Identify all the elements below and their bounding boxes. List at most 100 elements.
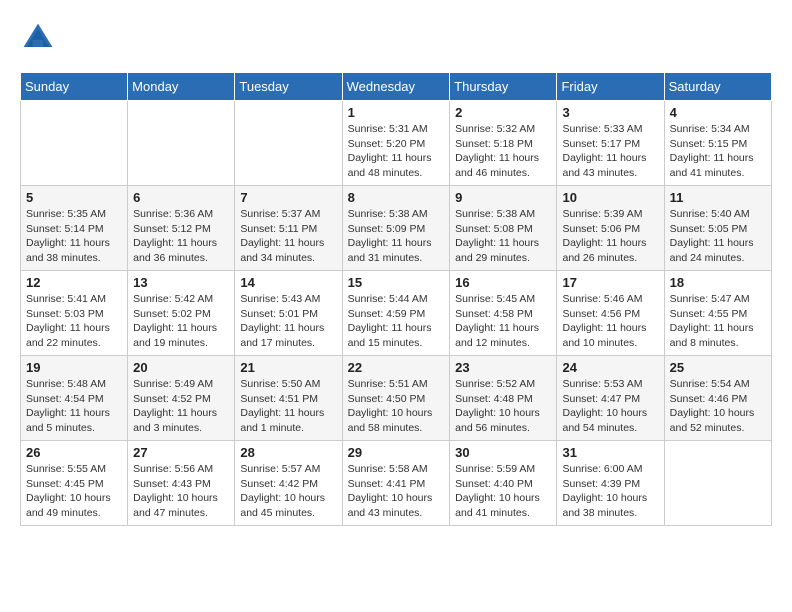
day-cell: 11 Sunrise: 5:40 AMSunset: 5:05 PMDayligh…: [664, 186, 771, 271]
day-cell: 12Sunrise: 5:41 AMSunset: 5:03 PMDayligh…: [21, 271, 128, 356]
page-header: [20, 20, 772, 56]
day-cell: 26Sunrise: 5:55 AMSunset: 4:45 PMDayligh…: [21, 441, 128, 526]
day-info: Sunrise: 5:40 AMSunset: 5:05 PMDaylight:…: [670, 207, 766, 266]
day-info: Sunrise: 5:54 AMSunset: 4:46 PMDaylight:…: [670, 377, 766, 436]
day-cell: [664, 441, 771, 526]
calendar-header: SundayMondayTuesdayWednesdayThursdayFrid…: [21, 73, 772, 101]
day-cell: 1Sunrise: 5:31 AMSunset: 5:20 PMDaylight…: [342, 101, 450, 186]
day-cell: 6 Sunrise: 5:36 AMSunset: 5:12 PMDaylight…: [128, 186, 235, 271]
day-number: 21: [240, 360, 336, 375]
day-info: Sunrise: 5:33 AMSunset: 5:17 PMDaylight:…: [562, 122, 658, 181]
day-info: Sunrise: 6:00 AMSunset: 4:39 PMDaylight:…: [562, 462, 658, 521]
day-cell: 13 Sunrise: 5:42 AMSunset: 5:02 PMDayligh…: [128, 271, 235, 356]
day-info: Sunrise: 5:43 AMSunset: 5:01 PMDaylight:…: [240, 292, 336, 351]
day-number: 2: [455, 105, 551, 120]
day-number: 11: [670, 190, 766, 205]
day-number: 4: [670, 105, 766, 120]
day-cell: 18 Sunrise: 5:47 AMSunset: 4:55 PMDayligh…: [664, 271, 771, 356]
logo-icon: [20, 20, 56, 56]
day-header: Monday: [128, 73, 235, 101]
day-info: Sunrise: 5:42 AMSunset: 5:02 PMDaylight:…: [133, 292, 229, 351]
day-cell: 5 Sunrise: 5:35 AMSunset: 5:14 PMDaylight…: [21, 186, 128, 271]
day-number: 16: [455, 275, 551, 290]
day-cell: 19 Sunrise: 5:48 AMSunset: 4:54 PMDayligh…: [21, 356, 128, 441]
day-number: 30: [455, 445, 551, 460]
day-cell: 17 Sunrise: 5:46 AMSunset: 4:56 PMDayligh…: [557, 271, 664, 356]
day-cell: 23Sunrise: 5:52 AMSunset: 4:48 PMDayligh…: [450, 356, 557, 441]
day-info: Sunrise: 5:35 AMSunset: 5:14 PMDaylight:…: [26, 207, 122, 266]
day-number: 17: [562, 275, 658, 290]
day-number: 28: [240, 445, 336, 460]
day-info: Sunrise: 5:44 AMSunset: 4:59 PMDaylight:…: [348, 292, 445, 351]
day-number: 25: [670, 360, 766, 375]
week-row: 5 Sunrise: 5:35 AMSunset: 5:14 PMDaylight…: [21, 186, 772, 271]
day-number: 8: [348, 190, 445, 205]
day-number: 27: [133, 445, 229, 460]
day-cell: 3Sunrise: 5:33 AMSunset: 5:17 PMDaylight…: [557, 101, 664, 186]
day-cell: 15 Sunrise: 5:44 AMSunset: 4:59 PMDayligh…: [342, 271, 450, 356]
day-cell: 4Sunrise: 5:34 AMSunset: 5:15 PMDaylight…: [664, 101, 771, 186]
week-row: 26Sunrise: 5:55 AMSunset: 4:45 PMDayligh…: [21, 441, 772, 526]
logo: [20, 20, 62, 56]
day-info: Sunrise: 5:58 AMSunset: 4:41 PMDaylight:…: [348, 462, 445, 521]
day-header: Friday: [557, 73, 664, 101]
day-header: Wednesday: [342, 73, 450, 101]
day-number: 10: [562, 190, 658, 205]
day-info: Sunrise: 5:52 AMSunset: 4:48 PMDaylight:…: [455, 377, 551, 436]
day-info: Sunrise: 5:39 AMSunset: 5:06 PMDaylight:…: [562, 207, 658, 266]
day-info: Sunrise: 5:48 AMSunset: 4:54 PMDaylight:…: [26, 377, 122, 436]
day-header: Tuesday: [235, 73, 342, 101]
day-info: Sunrise: 5:47 AMSunset: 4:55 PMDaylight:…: [670, 292, 766, 351]
day-info: Sunrise: 5:36 AMSunset: 5:12 PMDaylight:…: [133, 207, 229, 266]
day-number: 29: [348, 445, 445, 460]
day-number: 7: [240, 190, 336, 205]
day-info: Sunrise: 5:38 AMSunset: 5:09 PMDaylight:…: [348, 207, 445, 266]
day-cell: 31 Sunrise: 6:00 AMSunset: 4:39 PMDayligh…: [557, 441, 664, 526]
day-header: Saturday: [664, 73, 771, 101]
day-info: Sunrise: 5:37 AMSunset: 5:11 PMDaylight:…: [240, 207, 336, 266]
day-header: Thursday: [450, 73, 557, 101]
day-cell: 14 Sunrise: 5:43 AMSunset: 5:01 PMDayligh…: [235, 271, 342, 356]
day-number: 18: [670, 275, 766, 290]
day-info: Sunrise: 5:31 AMSunset: 5:20 PMDaylight:…: [348, 122, 445, 181]
day-info: Sunrise: 5:45 AMSunset: 4:58 PMDaylight:…: [455, 292, 551, 351]
day-cell: 27 Sunrise: 5:56 AMSunset: 4:43 PMDayligh…: [128, 441, 235, 526]
day-number: 9: [455, 190, 551, 205]
week-row: 12Sunrise: 5:41 AMSunset: 5:03 PMDayligh…: [21, 271, 772, 356]
day-cell: 7 Sunrise: 5:37 AMSunset: 5:11 PMDaylight…: [235, 186, 342, 271]
day-number: 6: [133, 190, 229, 205]
day-cell: 16 Sunrise: 5:45 AMSunset: 4:58 PMDayligh…: [450, 271, 557, 356]
day-number: 14: [240, 275, 336, 290]
day-cell: 9 Sunrise: 5:38 AMSunset: 5:08 PMDaylight…: [450, 186, 557, 271]
day-info: Sunrise: 5:53 AMSunset: 4:47 PMDaylight:…: [562, 377, 658, 436]
day-cell: [235, 101, 342, 186]
day-header: Sunday: [21, 73, 128, 101]
week-row: 1Sunrise: 5:31 AMSunset: 5:20 PMDaylight…: [21, 101, 772, 186]
day-number: 12: [26, 275, 122, 290]
day-cell: 10 Sunrise: 5:39 AMSunset: 5:06 PMDayligh…: [557, 186, 664, 271]
day-info: Sunrise: 5:46 AMSunset: 4:56 PMDaylight:…: [562, 292, 658, 351]
day-number: 5: [26, 190, 122, 205]
day-info: Sunrise: 5:56 AMSunset: 4:43 PMDaylight:…: [133, 462, 229, 521]
day-cell: 21 Sunrise: 5:50 AMSunset: 4:51 PMDayligh…: [235, 356, 342, 441]
day-cell: 28Sunrise: 5:57 AMSunset: 4:42 PMDayligh…: [235, 441, 342, 526]
day-cell: 22 Sunrise: 5:51 AMSunset: 4:50 PMDayligh…: [342, 356, 450, 441]
day-info: Sunrise: 5:50 AMSunset: 4:51 PMDaylight:…: [240, 377, 336, 436]
day-info: Sunrise: 5:55 AMSunset: 4:45 PMDaylight:…: [26, 462, 122, 521]
calendar-table: SundayMondayTuesdayWednesdayThursdayFrid…: [20, 72, 772, 526]
day-number: 13: [133, 275, 229, 290]
day-info: Sunrise: 5:59 AMSunset: 4:40 PMDaylight:…: [455, 462, 551, 521]
day-info: Sunrise: 5:38 AMSunset: 5:08 PMDaylight:…: [455, 207, 551, 266]
day-info: Sunrise: 5:51 AMSunset: 4:50 PMDaylight:…: [348, 377, 445, 436]
day-number: 22: [348, 360, 445, 375]
day-info: Sunrise: 5:32 AMSunset: 5:18 PMDaylight:…: [455, 122, 551, 181]
day-cell: 2 Sunrise: 5:32 AMSunset: 5:18 PMDaylight…: [450, 101, 557, 186]
day-number: 31: [562, 445, 658, 460]
day-number: 19: [26, 360, 122, 375]
day-cell: 24Sunrise: 5:53 AMSunset: 4:47 PMDayligh…: [557, 356, 664, 441]
day-number: 20: [133, 360, 229, 375]
day-cell: 25 Sunrise: 5:54 AMSunset: 4:46 PMDayligh…: [664, 356, 771, 441]
day-cell: [128, 101, 235, 186]
day-cell: 30 Sunrise: 5:59 AMSunset: 4:40 PMDayligh…: [450, 441, 557, 526]
day-number: 15: [348, 275, 445, 290]
